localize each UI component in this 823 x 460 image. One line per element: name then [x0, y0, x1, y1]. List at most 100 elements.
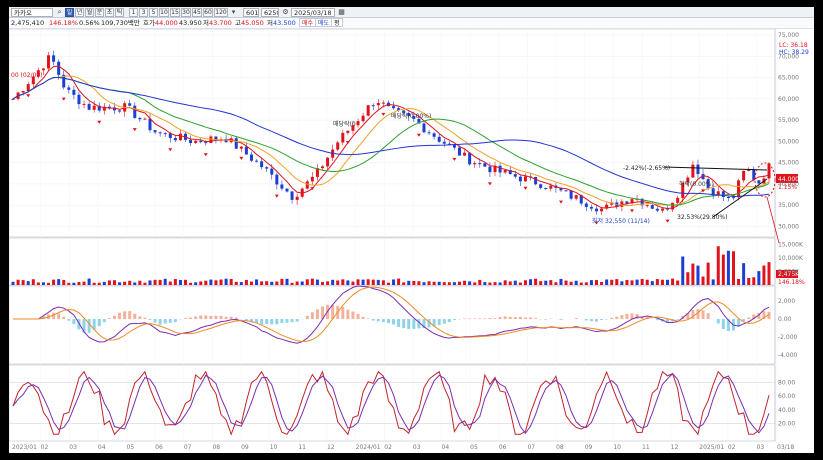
minute-30-button[interactable]: 30	[181, 8, 191, 17]
volume-bar	[199, 281, 203, 285]
candle-body	[249, 154, 253, 161]
macd-histogram-bar	[310, 312, 314, 320]
period-month-button[interactable]: 월	[85, 8, 94, 17]
period-tick-button[interactable]: 틱	[115, 8, 124, 17]
volume-bar	[615, 279, 619, 285]
volume-bar	[747, 277, 751, 285]
x-axis-label: 03	[69, 444, 77, 451]
low-annotation: 최저 32,550 (11/14)	[592, 217, 650, 225]
sell-button[interactable]: 매도	[315, 18, 333, 27]
candle-body	[346, 130, 350, 133]
date-field[interactable]: 2025/03/18	[291, 8, 335, 17]
panel-macd	[9, 285, 776, 365]
macd-histogram-bar	[265, 319, 269, 324]
stoch-y-tick: 60.00	[778, 393, 795, 400]
macd-histogram-bar	[463, 318, 467, 320]
macd-histogram-bar	[295, 319, 299, 322]
volume-bar	[371, 279, 375, 285]
period-year-button[interactable]: 년	[75, 8, 84, 17]
eval-button[interactable]: 평	[331, 18, 343, 27]
candle-body	[691, 164, 695, 178]
volume-bar	[280, 278, 284, 285]
minute-5-button[interactable]: 5	[149, 8, 158, 17]
rate-value: 0.56%	[79, 19, 100, 27]
macd-y-tick: 2,000	[778, 298, 795, 305]
count-input[interactable]: 601	[243, 8, 259, 17]
macd-histogram-bar	[716, 319, 720, 324]
volume-bar	[173, 279, 177, 285]
panel-vol	[9, 237, 776, 286]
volume-bar	[635, 279, 639, 285]
candle-body	[539, 184, 543, 188]
volume-bar	[600, 282, 604, 285]
macd-histogram-bar	[168, 319, 172, 323]
volume-bar	[16, 279, 20, 285]
settings-icon[interactable]: ⚙	[281, 8, 290, 17]
macd-histogram-bar	[407, 319, 411, 329]
stock-name-field[interactable]: 카카오	[11, 8, 53, 17]
macd-histogram-bar	[148, 319, 152, 320]
candle-body	[432, 133, 436, 137]
candle-body	[767, 163, 771, 179]
search-icon[interactable]: ⌕	[55, 8, 64, 17]
ratio-input[interactable]: 6250	[261, 8, 279, 17]
x-axis-label: 04	[442, 444, 450, 451]
macd-histogram-bar	[676, 319, 680, 320]
candle-body	[463, 152, 467, 156]
calendar-icon[interactable]: ▦	[337, 8, 346, 17]
x-axis-label: 10	[270, 444, 278, 451]
candle-body	[650, 205, 654, 209]
macd-histogram-bar	[305, 315, 309, 320]
candle-body	[564, 190, 568, 192]
candle-body	[178, 133, 182, 141]
candle-body	[158, 132, 162, 134]
candle-body	[549, 185, 553, 189]
chart-area[interactable]: 00 (02/09) 매당락(0 배당락(0.00%) 최저 32,550 (1…	[9, 29, 814, 453]
macd-histogram-bar	[204, 315, 208, 320]
candle-body	[21, 91, 25, 93]
volume-bar	[696, 265, 700, 285]
volume-bar	[539, 281, 543, 285]
candle-body	[265, 167, 269, 169]
minute-3-button[interactable]: 3	[139, 8, 148, 17]
macd-histogram-bar	[534, 318, 538, 320]
volume-bar	[97, 282, 101, 285]
volume-bar	[290, 282, 294, 285]
volume-bar	[752, 277, 756, 285]
candle-body	[513, 174, 517, 177]
volume-bar	[148, 280, 152, 285]
dropdown-chevron-icon[interactable]: ▾	[229, 8, 238, 17]
macd-histogram-bar	[706, 313, 710, 320]
x-axis-label: 06	[499, 444, 507, 451]
macd-histogram-bar	[589, 319, 593, 322]
candle-body	[128, 103, 132, 106]
period-second-button[interactable]: 초	[105, 8, 114, 17]
minute-45-button[interactable]: 45	[192, 8, 202, 17]
minute-1-button[interactable]: 1	[129, 8, 138, 17]
macd-histogram-bar	[412, 319, 416, 329]
close-value: 43.500	[273, 19, 296, 27]
volume-bar	[706, 262, 710, 285]
volume-bar	[549, 280, 553, 285]
stoch-y-tick: 20.00	[778, 420, 795, 427]
period-day-button[interactable]: 일	[65, 8, 74, 17]
buy-button[interactable]: 매수	[299, 18, 317, 27]
volume-bar	[381, 280, 385, 285]
minute-60-button[interactable]: 60	[203, 8, 213, 17]
volume-bar	[270, 281, 274, 285]
macd-histogram-bar	[483, 318, 487, 320]
trendline-bottom-annotation: 32.53%(29.80%)	[677, 214, 727, 221]
volume-bar	[204, 280, 208, 285]
minute-10-button[interactable]: 10	[159, 8, 169, 17]
minute-120-button[interactable]: 120	[214, 8, 228, 17]
macd-histogram-bar	[62, 316, 66, 320]
price-y-tick: 75,000	[778, 32, 799, 39]
high-annotation: 00 (02/09)	[11, 72, 43, 79]
volume-bar	[666, 279, 670, 285]
x-axis-label: 05	[470, 444, 478, 451]
candle-body	[594, 208, 598, 212]
macd-histogram-bar	[747, 317, 751, 320]
period-minute-button[interactable]: 분	[95, 8, 104, 17]
price-y-tick: 30,000	[778, 223, 799, 230]
minute-15-button[interactable]: 15	[170, 8, 180, 17]
